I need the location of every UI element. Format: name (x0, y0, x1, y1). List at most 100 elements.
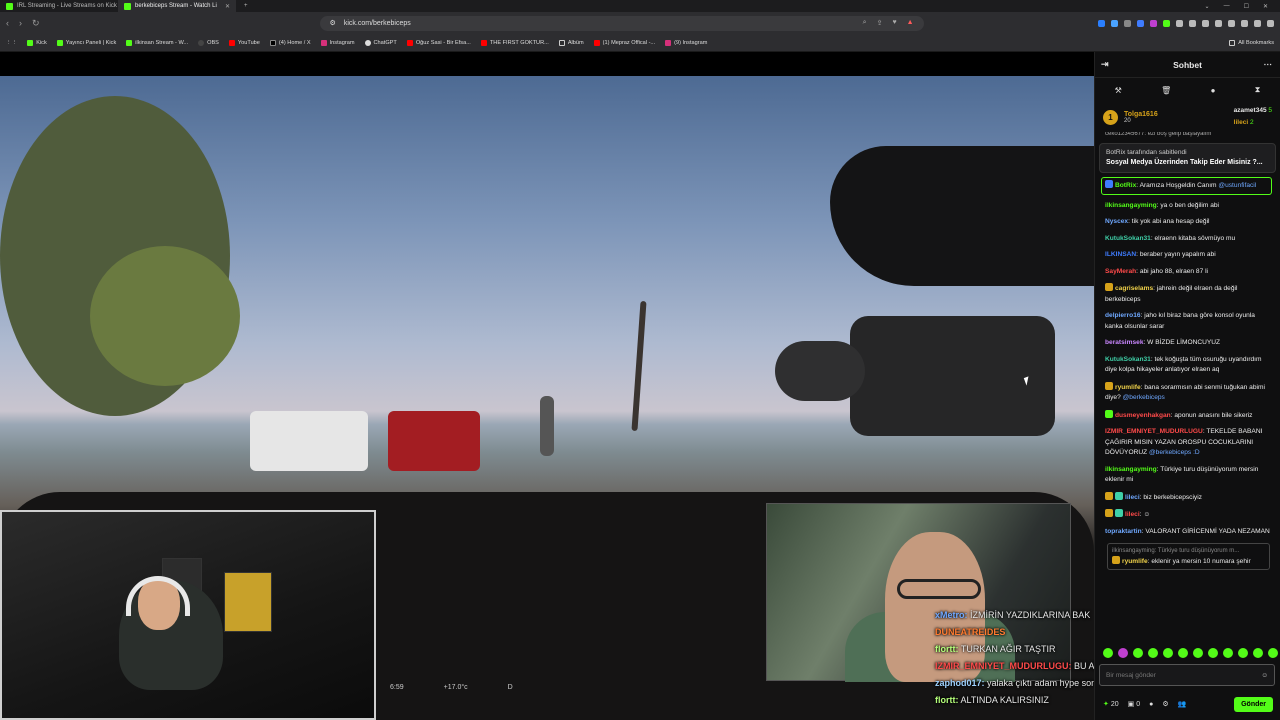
chat-message[interactable]: ryumlife: bana sorarmısın abi senmi tuğu… (1105, 381, 1272, 404)
chat-username[interactable]: lileci (1125, 494, 1140, 501)
emote-icon[interactable] (1178, 648, 1188, 658)
close-window-icon[interactable]: ✕ (1263, 3, 1268, 10)
extension-icon[interactable] (1267, 19, 1274, 27)
extension-icon[interactable] (1150, 19, 1157, 27)
chat-message[interactable]: KutukSokan31: tek koğuşta tüm osuruğu uy… (1105, 355, 1272, 376)
channel-points[interactable]: ✦ 20 (1103, 700, 1119, 708)
more-options-icon[interactable]: ⋯ (1264, 59, 1273, 70)
chat-message[interactable]: lileci: ☺ (1105, 509, 1272, 521)
chat-username[interactable]: beratsimsek (1105, 339, 1144, 346)
bookmark-yayinci-paneli[interactable]: Yayıncı Paneli | Kick (56, 39, 116, 46)
chat-message[interactable]: ilkinsangayming: ya o ben değilim abi (1105, 201, 1272, 212)
chat-message[interactable]: topraktartin: VALORANT GİRİCENMİ YADA NE… (1105, 527, 1272, 538)
chat-bubble-icon[interactable]: ● (1149, 701, 1153, 708)
extension-icon[interactable] (1124, 19, 1131, 27)
chat-username[interactable]: SayMerah (1105, 268, 1136, 275)
settings-icon[interactable]: ⚙ (1162, 700, 1168, 708)
emote-icon[interactable] (1193, 648, 1203, 658)
bookmark-instagram-9[interactable]: (9) Instagram (665, 39, 707, 46)
top-gifter[interactable]: Tolga1616 20 (1124, 111, 1158, 124)
alert-icon[interactable]: ▲ (907, 19, 914, 27)
chat-username[interactable]: ILKINSAN (1105, 251, 1136, 258)
chat-username[interactable]: delpierro16 (1105, 312, 1141, 319)
bookmark-kick[interactable]: Kick (27, 39, 47, 46)
gifter-row[interactable]: azamet345 5 (1234, 105, 1272, 117)
bookmark-first-goktur[interactable]: THE FIRST GOKTUR... (480, 39, 549, 46)
emote-icon[interactable] (1103, 648, 1113, 658)
chat-message[interactable]: IZMIR_EMNIYET_MUDURLUGU: TEKELDE BABANI … (1105, 427, 1272, 459)
extension-icon[interactable] (1189, 19, 1196, 27)
zoom-icon[interactable]: ⌕ (863, 19, 867, 27)
bookmark-chatgpt[interactable]: ChatGPT (364, 39, 397, 46)
trash-icon[interactable]: 🗑 (1161, 86, 1171, 95)
dropdown-icon[interactable]: ⌄ (1205, 3, 1210, 10)
chat-username[interactable]: cagriselams (1115, 285, 1153, 292)
extension-icon[interactable] (1137, 19, 1144, 27)
extension-icon[interactable] (1111, 19, 1118, 27)
chat-message[interactable]: lileci: biz berkebicepsciyiz (1105, 491, 1272, 504)
address-bar[interactable]: ⚙ kick.com/berkebiceps ⌕ ⇪ ♥ ▲ (319, 15, 924, 31)
maximize-icon[interactable]: ☐ (1244, 3, 1249, 10)
extension-icon[interactable] (1254, 19, 1261, 27)
forward-icon[interactable]: › (19, 18, 22, 28)
chat-username[interactable]: ryumlife (1115, 384, 1141, 391)
extension-icon[interactable] (1215, 19, 1222, 27)
extension-icon[interactable] (1202, 19, 1209, 27)
back-icon[interactable]: ‹ (6, 18, 9, 28)
chat-message[interactable]: Nyscex: tik yok abi ana hesap değil (1105, 217, 1272, 228)
minimize-icon[interactable]: — (1224, 3, 1230, 9)
extension-icon[interactable] (1163, 19, 1170, 27)
close-tab-icon[interactable]: ✕ (225, 3, 230, 10)
chat-message[interactable]: dusmeyenhakgan: aponun anasını bile sike… (1105, 409, 1272, 422)
bookmark-oguz-sasi[interactable]: Oğuz Sasi - Bir Efsa... (406, 39, 471, 46)
video-player[interactable]: 6:59 +17.0°c D xMetro: İZMİRİN YAZDIKLAR… (0, 52, 1094, 720)
send-button[interactable]: Gönder (1234, 696, 1273, 712)
moderation-icon[interactable]: ⚒ (1115, 86, 1122, 95)
chat-mention[interactable]: @berkebiceps (1123, 394, 1165, 401)
emote-icon[interactable] (1133, 648, 1143, 658)
emote-icon[interactable] (1208, 648, 1218, 658)
extension-icon[interactable] (1241, 19, 1248, 27)
emote-icon[interactable] (1148, 648, 1158, 658)
pinned-message[interactable]: BotRix tarafından sabitlendi Sosyal Medy… (1099, 143, 1276, 173)
reply-message[interactable]: ilkinsangayming: Türkiye turu düşünüyoru… (1107, 543, 1270, 570)
site-info-icon[interactable]: ⚙ (330, 19, 336, 27)
chat-username[interactable]: Nyscex (1105, 218, 1128, 225)
emote-icon[interactable] (1223, 648, 1233, 658)
chat-username[interactable]: KutukSokan31 (1105, 235, 1151, 242)
tab-irl-streaming[interactable]: IRL Streaming - Live Streams on Kick ✕ (0, 0, 118, 12)
gifter-row[interactable]: lileci 2 (1234, 117, 1272, 129)
chat-username[interactable]: IZMIR_EMNIYET_MUDURLUGU (1105, 428, 1203, 435)
bookmark-instagram[interactable]: Instagram (320, 39, 355, 46)
chat-message[interactable]: ilkinsangayming: Türkiye turu düşünüyoru… (1105, 465, 1272, 486)
chat-username[interactable]: BotRix (1115, 182, 1136, 189)
chat-message[interactable]: BotRix: Aramıza Hoşgeldin Canım @ustunfi… (1101, 177, 1272, 195)
chat-mention[interactable]: @berkebiceps :D (1149, 449, 1200, 456)
extension-icon[interactable] (1098, 19, 1105, 27)
emote-icon[interactable] (1253, 648, 1263, 658)
bookmark-youtube[interactable]: YouTube (228, 39, 260, 46)
chat-username[interactable]: dusmeyenhakgan (1115, 412, 1171, 419)
chat-bubble-icon[interactable]: ● (1211, 86, 1216, 95)
emoji-picker-icon[interactable]: ☺ (1261, 672, 1268, 679)
chat-message[interactable]: SayMerah: abi jaho 88, elraen 87 li (1105, 267, 1272, 278)
chat-username[interactable]: ilkinsangayming (1105, 466, 1157, 473)
extension-icon[interactable] (1228, 19, 1235, 27)
bookmark-album[interactable]: Albüm (558, 39, 584, 46)
emote-icon[interactable] (1268, 648, 1278, 658)
chat-message[interactable]: delpierro16: jaho kıl biraz bana göre ko… (1105, 311, 1272, 332)
extension-icon[interactable] (1176, 19, 1183, 27)
bookmark-obs[interactable]: OBS (198, 39, 219, 46)
apps-icon[interactable]: ⋮⋮ (6, 40, 17, 46)
chat-message[interactable]: ILKINSAN: beraber yayın yapalım abi (1105, 250, 1272, 261)
emote-icon[interactable] (1163, 648, 1173, 658)
hourglass-icon[interactable]: ⧗ (1255, 85, 1261, 95)
chat-username[interactable]: lileci (1125, 511, 1140, 518)
emote-icon[interactable] (1238, 648, 1248, 658)
chat-input[interactable]: Bir mesaj gönder ☺ (1099, 664, 1275, 686)
users-icon[interactable]: 👥 (1178, 700, 1187, 708)
collapse-chat-icon[interactable]: ⇥ (1101, 59, 1109, 70)
shield-icon[interactable]: ♥ (892, 19, 896, 27)
reload-icon[interactable]: ↻ (32, 18, 40, 29)
chat-message[interactable]: cagriselams: jahrein değil elraen da değ… (1105, 283, 1272, 305)
